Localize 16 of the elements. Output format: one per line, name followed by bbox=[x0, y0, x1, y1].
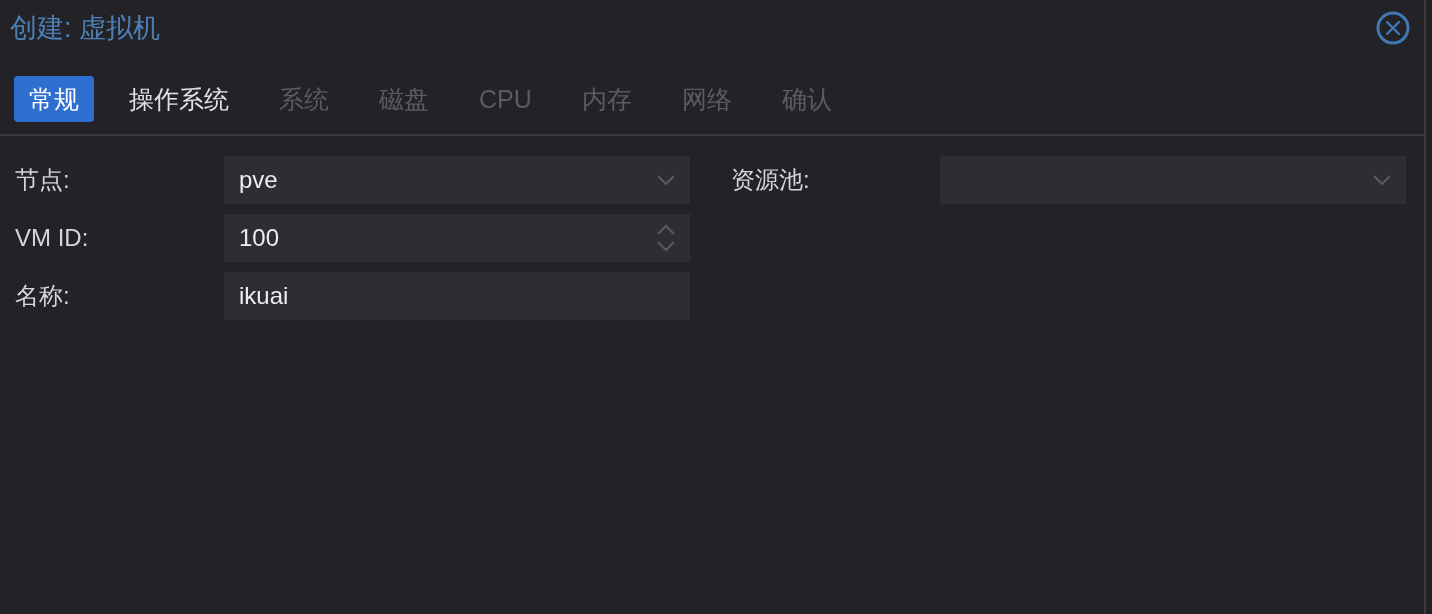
chevron-down-icon bbox=[1373, 175, 1391, 185]
number-field[interactable]: 100 bbox=[224, 214, 690, 262]
field-label: 名称: bbox=[15, 281, 71, 311]
tab[interactable]: 常规 bbox=[14, 76, 94, 122]
field-label: VM ID: bbox=[15, 224, 90, 252]
tab[interactable]: 操作系统 bbox=[114, 76, 244, 122]
window-title: 创建: 虚拟机 bbox=[10, 12, 160, 44]
dropdown-field[interactable]: pve bbox=[224, 156, 690, 204]
spinner-arrows-icon bbox=[657, 224, 675, 252]
field-label: 资源池: bbox=[731, 165, 811, 195]
field-label: 节点: bbox=[15, 165, 71, 195]
close-button[interactable] bbox=[1376, 11, 1410, 45]
chevron-down-icon bbox=[657, 175, 675, 185]
dropdown-field[interactable] bbox=[940, 156, 1406, 204]
close-icon bbox=[1376, 11, 1410, 45]
text-field[interactable]: ikuai bbox=[224, 272, 690, 320]
